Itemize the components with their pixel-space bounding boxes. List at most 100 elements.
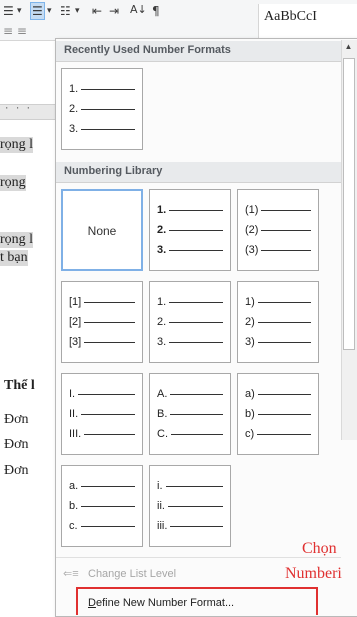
numbering-none-tile[interactable]: None: [61, 189, 143, 271]
bullets-dropdown-icon[interactable]: ▾: [17, 3, 22, 19]
tile-text-line: [169, 322, 223, 323]
recent-formats-title: Recently Used Number Formats: [64, 44, 231, 56]
tile-text-line: [257, 302, 311, 303]
bullets-icon[interactable]: ☰: [3, 3, 14, 19]
numbering-format-tile[interactable]: a) b) c): [237, 373, 319, 455]
recent-formats-header: Recently Used Number Formats: [56, 41, 341, 62]
tile-number-label: III.: [69, 428, 82, 440]
sort-icon[interactable]: A↓: [130, 2, 147, 18]
tile-text-line: [81, 109, 135, 110]
numbering-format-tile[interactable]: A. B. C.: [149, 373, 231, 455]
numbering-format-tile[interactable]: 1. 2. 3.: [149, 189, 231, 271]
document-heading: Thể l: [4, 378, 35, 393]
tile-text-line: [81, 486, 135, 487]
numbering-format-tile[interactable]: (1) (2) (3): [237, 189, 319, 271]
tile-list-row: b.: [69, 500, 139, 512]
tile-text-line: [169, 230, 223, 231]
tile-text-line: [170, 526, 223, 527]
style-preview-normal[interactable]: AaBbCcI: [264, 9, 317, 25]
tile-text-line: [169, 302, 223, 303]
tile-list-row: 1): [245, 296, 315, 308]
scroll-up-arrow-icon[interactable]: ▲: [341, 40, 356, 54]
document-text: rọng l: [0, 137, 34, 153]
tile-list-row: b): [245, 408, 315, 420]
tile-text-line: [261, 230, 311, 231]
numbering-format-tile[interactable]: a. b. c.: [61, 465, 143, 547]
tile-list-row: 3): [245, 336, 315, 348]
pilcrow-icon[interactable]: ¶: [152, 3, 160, 19]
tile-number-label: b.: [69, 500, 79, 512]
tile-text-line: [84, 342, 135, 343]
tile-number-label: c): [245, 428, 255, 440]
annotation-text: Chọn: [302, 540, 337, 557]
tile-list-row: i.: [157, 480, 227, 492]
numbering-dropdown-icon[interactable]: ▾: [47, 3, 52, 19]
multilevel-dropdown-icon[interactable]: ▾: [75, 3, 80, 19]
tile-list-row: a.: [69, 480, 139, 492]
tile-number-label: C.: [157, 428, 168, 440]
tile-list-row: 3.: [157, 336, 227, 348]
tile-list-row: 2.: [157, 224, 227, 236]
tile-number-label: [2]: [69, 316, 82, 328]
tile-list-row: 1.: [157, 296, 227, 308]
tile-list-row: [1]: [69, 296, 139, 308]
numbering-icon[interactable]: ☰: [30, 2, 45, 20]
tile-number-label: b): [245, 408, 255, 420]
tile-list-row: 3.: [69, 123, 139, 135]
tile-text-line: [169, 250, 223, 251]
tile-list-row: c): [245, 428, 315, 440]
tile-text-line: [165, 486, 223, 487]
numbering-format-tile[interactable]: [1] [2] [3]: [61, 281, 143, 363]
tile-list-row: [2]: [69, 316, 139, 328]
tile-list-row: II.: [69, 408, 139, 420]
tile-number-label: 2.: [157, 224, 167, 236]
tile-list-row: C.: [157, 428, 227, 440]
tile-list-row: (1): [245, 204, 315, 216]
numbering-format-tile[interactable]: i. ii. iii.: [149, 465, 231, 547]
tile-text-line: [257, 434, 311, 435]
multilevel-list-icon[interactable]: ☷: [60, 3, 71, 19]
scrollbar-thumb[interactable]: [343, 58, 355, 350]
tile-list-row: III.: [69, 428, 139, 440]
tile-number-label: B.: [157, 408, 168, 420]
tile-text-line: [84, 434, 135, 435]
tile-list-row: B.: [157, 408, 227, 420]
tile-number-label: 1.: [157, 204, 167, 216]
tile-text-line: [261, 250, 311, 251]
document-text: rọng: [0, 175, 26, 191]
numbering-format-tile[interactable]: I. II. III.: [61, 373, 143, 455]
tile-number-label: 3.: [157, 244, 167, 256]
tile-number-label: i.: [157, 480, 163, 492]
tile-number-label: 1.: [157, 296, 167, 308]
tile-list-row: (3): [245, 244, 315, 256]
numbering-format-tile[interactable]: 1. 2. 3.: [61, 68, 143, 150]
tile-text-line: [257, 322, 311, 323]
tile-list-row: 2.: [69, 103, 139, 115]
annotation-highlight-box: [76, 587, 318, 615]
tile-list-row: A.: [157, 388, 227, 400]
tile-number-label: (1): [245, 204, 259, 216]
tile-number-label: 2.: [69, 103, 79, 115]
numbering-format-tile[interactable]: 1. 2. 3.: [149, 281, 231, 363]
tile-list-row: a): [245, 388, 315, 400]
tile-text-line: [81, 414, 135, 415]
tile-text-line: [84, 302, 135, 303]
numbering-format-tile[interactable]: 1) 2) 3): [237, 281, 319, 363]
change-list-level-icon: ⇐≡: [63, 568, 79, 580]
tile-text-line: [261, 210, 311, 211]
document-text: Đơn: [4, 437, 29, 452]
tile-number-label: a): [245, 388, 255, 400]
tile-text-line: [81, 129, 135, 130]
decrease-indent-icon[interactable]: ⇤: [92, 3, 102, 19]
tile-text-line: [169, 342, 223, 343]
tile-text-line: [257, 394, 311, 395]
tile-list-row: iii.: [157, 520, 227, 532]
increase-indent-icon[interactable]: ⇥: [109, 3, 119, 19]
tile-list-row: ii.: [157, 500, 227, 512]
tile-number-label: iii.: [157, 520, 168, 532]
tile-list-row: 2): [245, 316, 315, 328]
align-left-icon[interactable]: ≡ ≡: [3, 23, 27, 39]
tile-list-row: c.: [69, 520, 139, 532]
tile-number-label: 3.: [157, 336, 167, 348]
tile-text-line: [169, 210, 223, 211]
